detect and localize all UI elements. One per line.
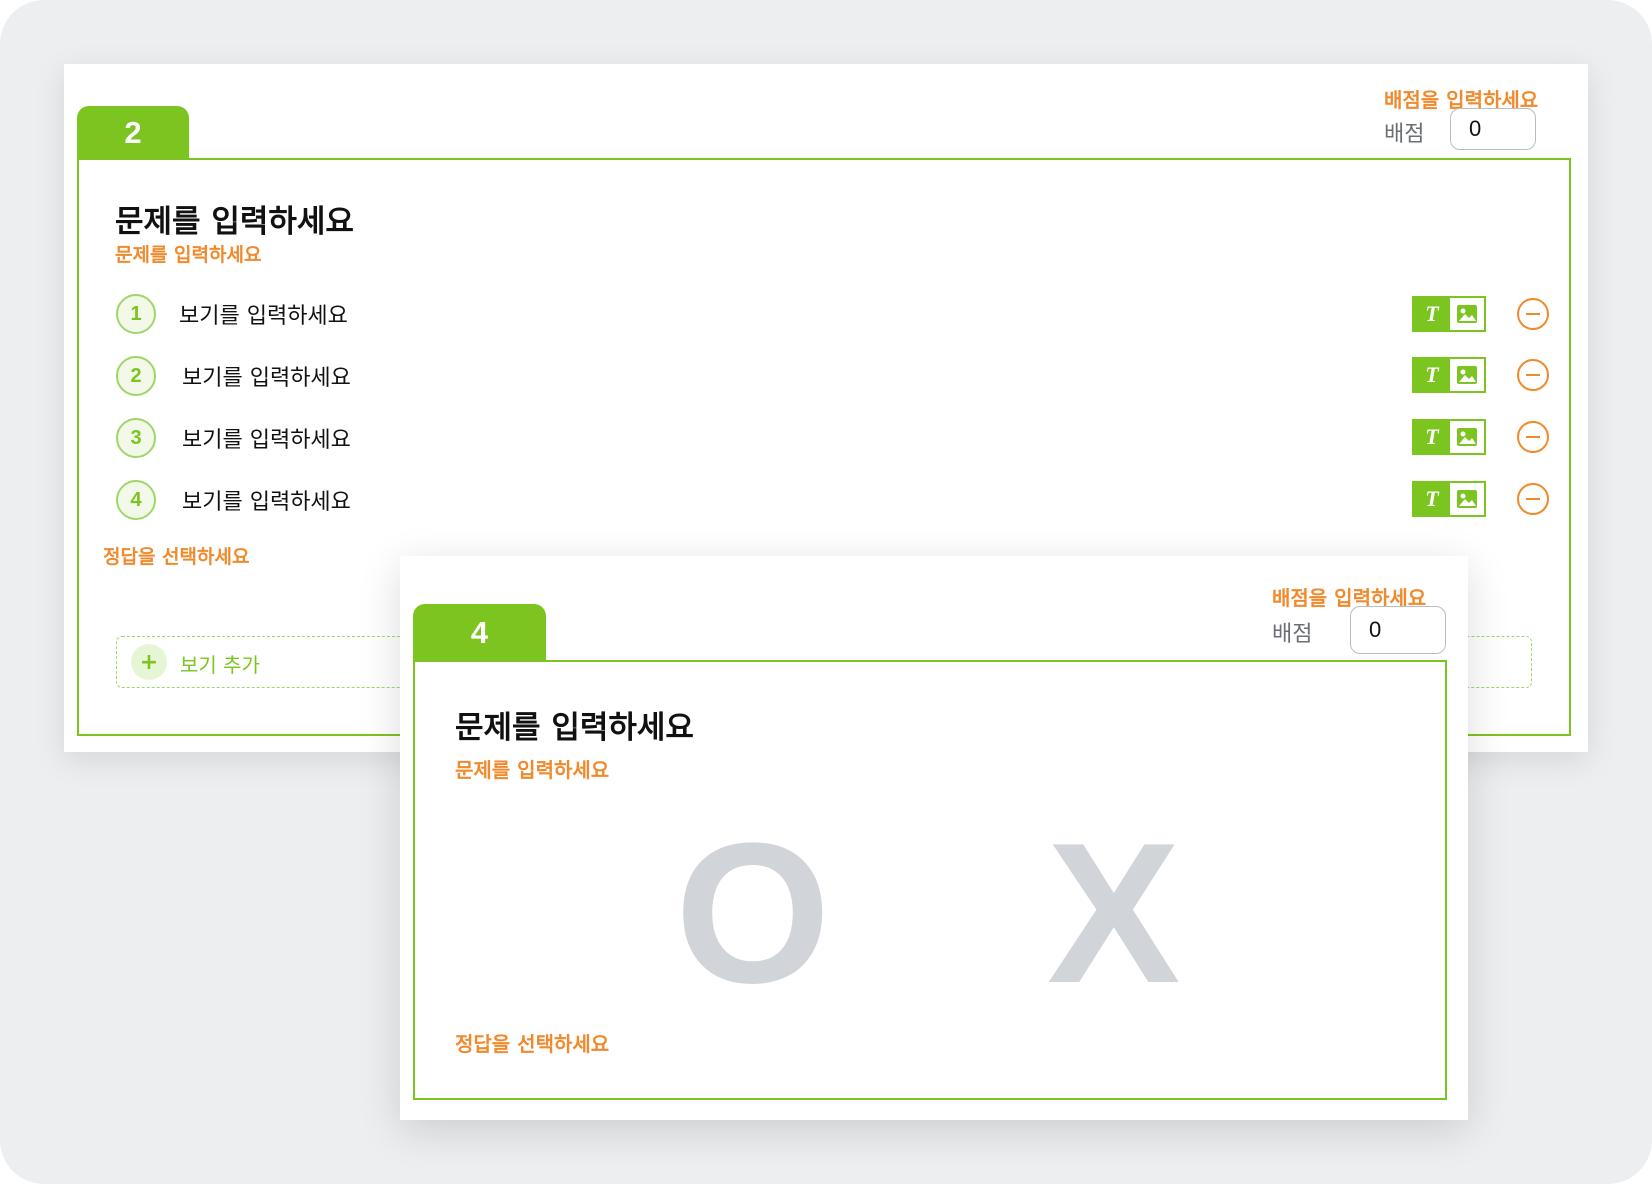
- text-type-button[interactable]: T: [1414, 359, 1450, 391]
- option-number-badge[interactable]: 1: [116, 294, 156, 334]
- minus-icon: [1526, 373, 1540, 377]
- answer-x-button[interactable]: X: [1047, 814, 1180, 1014]
- option-text-input[interactable]: 보기를 입력하세요: [182, 360, 351, 392]
- score-label: 배점: [1384, 122, 1425, 147]
- option-text-input[interactable]: 보기를 입력하세요: [182, 484, 351, 516]
- answer-hint: 정답을 선택하세요: [455, 1032, 610, 1056]
- question-title-hint: 문제를 입력하세요: [115, 244, 262, 266]
- minus-icon: [1526, 497, 1540, 501]
- plus-icon: +: [131, 644, 167, 680]
- option-text-input[interactable]: 보기를 입력하세요: [179, 298, 348, 330]
- question-number-tab[interactable]: 2: [77, 106, 189, 160]
- option-text-input[interactable]: 보기를 입력하세요: [182, 422, 351, 454]
- question-title-input[interactable]: 문제를 입력하세요: [455, 702, 694, 747]
- image-type-button[interactable]: [1450, 421, 1484, 453]
- score-input[interactable]: 0: [1450, 108, 1536, 150]
- question-panel: 문제를 입력하세요 문제를 입력하세요 O X 정답을 선택하세요: [413, 660, 1447, 1100]
- option-type-toggle: T: [1412, 481, 1486, 517]
- image-icon: [1457, 366, 1477, 384]
- minus-icon: [1526, 435, 1540, 439]
- text-type-button[interactable]: T: [1414, 298, 1450, 330]
- score-label: 배점: [1272, 622, 1313, 647]
- text-type-button[interactable]: T: [1414, 483, 1450, 515]
- image-type-button[interactable]: [1450, 359, 1484, 391]
- add-option-label: 보기 추가: [180, 653, 260, 677]
- option-number-badge[interactable]: 2: [116, 356, 156, 396]
- answer-o-button[interactable]: O: [675, 814, 831, 1014]
- image-type-button[interactable]: [1450, 483, 1484, 515]
- text-type-button[interactable]: T: [1414, 421, 1450, 453]
- image-icon: [1457, 490, 1477, 508]
- option-number-badge[interactable]: 4: [116, 480, 156, 520]
- question-title-hint: 문제를 입력하세요: [455, 758, 610, 782]
- question-title-input[interactable]: 문제를 입력하세요: [115, 196, 354, 241]
- remove-option-button[interactable]: [1517, 483, 1549, 515]
- remove-option-button[interactable]: [1517, 359, 1549, 391]
- option-type-toggle: T: [1412, 296, 1486, 332]
- option-number-badge[interactable]: 3: [116, 418, 156, 458]
- question-card-ox: 4 배점을 입력하세요 배점 0 문제를 입력하세요 문제를 입력하세요 O X…: [400, 556, 1468, 1120]
- option-type-toggle: T: [1412, 357, 1486, 393]
- question-number-tab[interactable]: 4: [413, 604, 546, 662]
- remove-option-button[interactable]: [1517, 298, 1549, 330]
- image-icon: [1457, 428, 1477, 446]
- image-icon: [1457, 305, 1477, 323]
- image-type-button[interactable]: [1450, 298, 1484, 330]
- remove-option-button[interactable]: [1517, 421, 1549, 453]
- score-input[interactable]: 0: [1350, 606, 1446, 654]
- minus-icon: [1526, 312, 1540, 316]
- answer-hint: 정답을 선택하세요: [103, 546, 250, 568]
- option-type-toggle: T: [1412, 419, 1486, 455]
